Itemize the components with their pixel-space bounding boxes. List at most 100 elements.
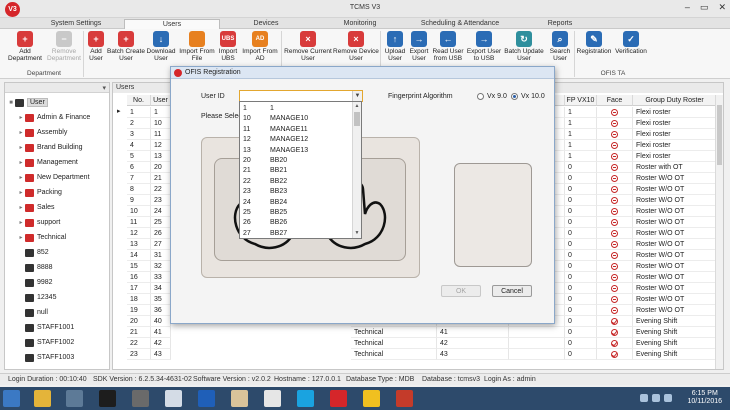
dropdown-option[interactable]: 25 BB25 bbox=[240, 208, 352, 218]
row-selector[interactable] bbox=[117, 228, 121, 239]
remove-current-user-button[interactable]: × Remove Current User bbox=[283, 31, 333, 62]
tcms-taskbar-icon[interactable] bbox=[330, 390, 347, 407]
cell-face[interactable] bbox=[597, 195, 633, 206]
column-header-roster[interactable]: Group Duty Roster bbox=[633, 95, 717, 106]
cell-no[interactable]: 16 bbox=[127, 272, 151, 283]
file-explorer-icon[interactable] bbox=[34, 390, 51, 407]
cell-fp[interactable]: 1 bbox=[565, 140, 597, 151]
cell-face[interactable] bbox=[597, 129, 633, 140]
dropdown-option[interactable]: 10 MANAGE10 bbox=[240, 114, 352, 124]
row-selector[interactable] bbox=[117, 305, 121, 316]
expand-icon[interactable]: ▸ bbox=[17, 159, 25, 166]
cell-no[interactable]: 12 bbox=[127, 228, 151, 239]
cell-roster[interactable]: Roster with OT bbox=[633, 162, 717, 173]
column-header-no[interactable]: No. bbox=[127, 95, 151, 106]
cell-user[interactable]: 42 bbox=[151, 338, 171, 349]
batch-create-user-button[interactable]: + Batch Create User bbox=[107, 31, 145, 62]
maximize-button[interactable]: ▭ bbox=[700, 2, 709, 13]
cell-face[interactable] bbox=[597, 305, 633, 316]
cell-roster[interactable]: Roster W/O OT bbox=[633, 272, 717, 283]
cell-user[interactable]: 35 bbox=[151, 294, 171, 305]
cell-no[interactable]: 18 bbox=[127, 294, 151, 305]
skype-icon[interactable] bbox=[297, 390, 314, 407]
cell-user[interactable]: 41 bbox=[151, 327, 171, 338]
row-selector[interactable] bbox=[117, 338, 121, 349]
cell-face[interactable] bbox=[597, 283, 633, 294]
tree-department-item[interactable]: ▸ New Department bbox=[17, 171, 90, 184]
cancel-button[interactable]: Cancel bbox=[492, 285, 532, 297]
cell-fp[interactable]: 1 bbox=[565, 151, 597, 162]
cell-no[interactable]: 9 bbox=[127, 195, 151, 206]
cell-no[interactable]: 8 bbox=[127, 184, 151, 195]
tree-department-item[interactable]: ▸ Technical bbox=[17, 231, 66, 244]
remove-device-user-button[interactable]: × Remove Device User bbox=[333, 31, 379, 62]
cell-fp[interactable]: 0 bbox=[565, 250, 597, 261]
cell-roster[interactable]: Flexi roster bbox=[633, 140, 717, 151]
start-icon[interactable] bbox=[3, 390, 20, 407]
cell-roster[interactable]: Flexi roster bbox=[633, 107, 717, 118]
cell-roster[interactable]: Roster W/O OT bbox=[633, 294, 717, 305]
cell-fp[interactable]: 0 bbox=[565, 294, 597, 305]
dropdown-option[interactable]: 22 BB22 bbox=[240, 177, 352, 187]
row-selector[interactable] bbox=[117, 184, 121, 195]
tree-user-item[interactable]: null bbox=[25, 306, 48, 319]
user-id-dropdown-list[interactable]: 1 1 10 MANAGE10 11 MANAGE11 12 MANAGE12 13 MANAGE… bbox=[239, 101, 362, 239]
grid-scrollbar[interactable] bbox=[715, 95, 723, 369]
read-user-from-usb-button[interactable]: ← Read User from USB bbox=[431, 31, 465, 62]
dropdown-option[interactable]: 23 BB23 bbox=[240, 187, 352, 197]
tree-department-item[interactable]: ▸ support bbox=[17, 216, 60, 229]
cell-fp[interactable]: 0 bbox=[565, 228, 597, 239]
dropdown-option[interactable]: 26 BB26 bbox=[240, 218, 352, 228]
cell-user[interactable]: 1 bbox=[151, 107, 171, 118]
cell-roster[interactable]: Evening Shift bbox=[633, 349, 717, 360]
expand-icon[interactable]: ▸ bbox=[17, 144, 25, 151]
cell-no[interactable]: 10 bbox=[127, 206, 151, 217]
minimize-button[interactable]: – bbox=[685, 2, 690, 13]
expand-icon[interactable]: ▸ bbox=[17, 204, 25, 211]
tree-user-item[interactable]: 852 bbox=[25, 246, 49, 259]
cell-uid[interactable]: 42 bbox=[437, 338, 509, 349]
cell-face[interactable] bbox=[597, 206, 633, 217]
cell-fp[interactable]: 0 bbox=[565, 184, 597, 195]
tree-user-item[interactable]: 9982 bbox=[25, 276, 53, 289]
cell-no[interactable]: 15 bbox=[127, 261, 151, 272]
cell-face[interactable] bbox=[597, 261, 633, 272]
cell-face[interactable] bbox=[597, 173, 633, 184]
row-selector[interactable] bbox=[117, 151, 121, 162]
cell-no[interactable]: 14 bbox=[127, 250, 151, 261]
cell-user[interactable]: 10 bbox=[151, 118, 171, 129]
cell-face[interactable] bbox=[597, 184, 633, 195]
column-header-user[interactable]: User bbox=[151, 95, 171, 106]
dropdown-option[interactable]: 11 MANAGE11 bbox=[240, 125, 352, 135]
cell-user[interactable]: 22 bbox=[151, 184, 171, 195]
cell-user[interactable]: 24 bbox=[151, 206, 171, 217]
cell-no[interactable]: 3 bbox=[127, 129, 151, 140]
cell-face[interactable] bbox=[597, 272, 633, 283]
cell-no[interactable]: 17 bbox=[127, 283, 151, 294]
tray-volume-icon[interactable] bbox=[652, 394, 660, 402]
add-department-button[interactable]: + Add Department bbox=[6, 31, 44, 62]
add-user-button[interactable]: + Add User bbox=[85, 31, 107, 62]
cell-fp[interactable]: 0 bbox=[565, 349, 597, 360]
media-icon[interactable] bbox=[231, 390, 248, 407]
cell-fp[interactable]: 0 bbox=[565, 162, 597, 173]
cell-face[interactable] bbox=[597, 327, 633, 338]
expand-icon[interactable]: ▸ bbox=[17, 189, 25, 196]
tab-scheduling-attendance[interactable]: Scheduling & Attendance bbox=[408, 19, 512, 29]
dropdown-option[interactable]: 21 BB21 bbox=[240, 166, 352, 176]
cell-face[interactable] bbox=[597, 349, 633, 360]
cell-user[interactable]: 43 bbox=[151, 349, 171, 360]
row-selector[interactable] bbox=[117, 250, 121, 261]
cell-fp-vx9[interactable] bbox=[509, 327, 565, 338]
cell-no[interactable]: 21 bbox=[127, 327, 151, 338]
cell-roster[interactable]: Roster W/O OT bbox=[633, 173, 717, 184]
upload-user-button[interactable]: ↑ Upload User bbox=[382, 31, 408, 62]
cell-user[interactable]: 13 bbox=[151, 151, 171, 162]
import-ubs-button[interactable]: UBS Import UBS bbox=[217, 31, 239, 62]
cell-uid[interactable]: 41 bbox=[437, 327, 509, 338]
terminal-icon[interactable] bbox=[132, 390, 149, 407]
cell-user[interactable]: 34 bbox=[151, 283, 171, 294]
tree-department-item[interactable]: ▸ Sales bbox=[17, 201, 55, 214]
cell-face[interactable] bbox=[597, 151, 633, 162]
cell-face[interactable] bbox=[597, 250, 633, 261]
